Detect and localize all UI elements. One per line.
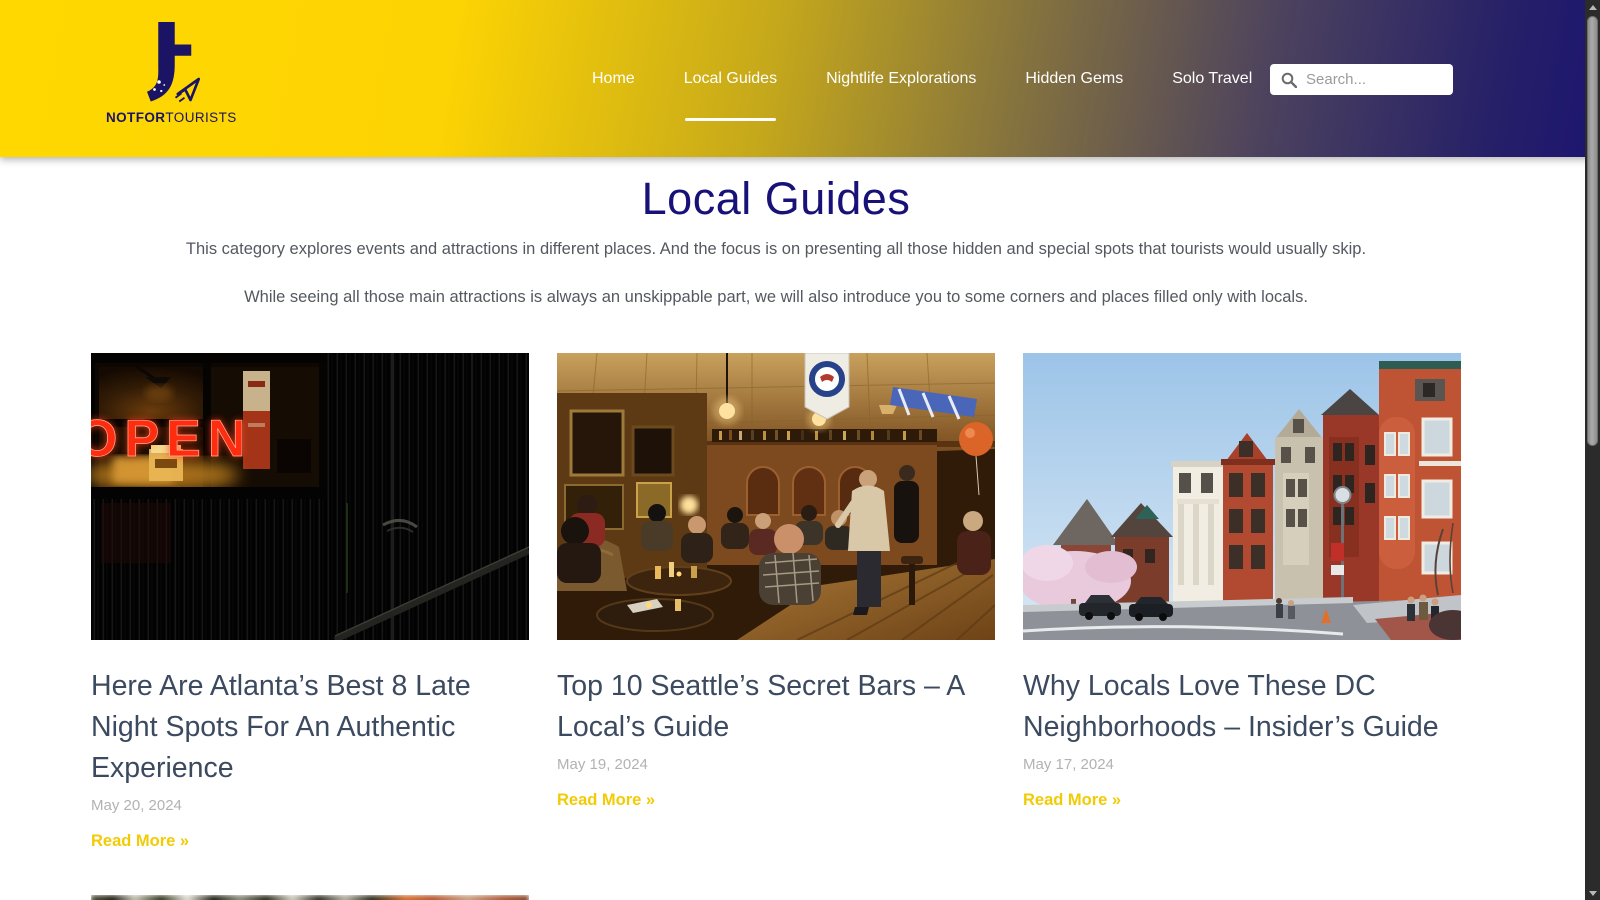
dc-street-image: [1023, 353, 1461, 640]
post-card-atlanta: OPEN OPEN: [91, 353, 529, 851]
neon-open-sign-image: OPEN OPEN: [91, 353, 529, 640]
post-card-dc: Why Locals Love These DC Neighborhoods –…: [1023, 353, 1461, 810]
logo-wordmark: NOTFORTOURISTS: [106, 110, 236, 125]
post-column-2: Top 10 Seattle’s Secret Bars – A Local’s…: [557, 353, 995, 810]
post-title[interactable]: Here Are Atlanta’s Best 8 Late Night Spo…: [91, 666, 529, 789]
nav-item-hidden-gems[interactable]: Hidden Gems: [1025, 70, 1123, 88]
neon-open-text: OPEN: [91, 410, 252, 468]
post-column-3: Why Locals Love These DC Neighborhoods –…: [1023, 353, 1461, 810]
read-more-link[interactable]: Read More »: [1023, 791, 1121, 810]
post-thumbnail-dc-rowhouses[interactable]: [1023, 353, 1461, 640]
post-thumbnail-next-partial[interactable]: [91, 895, 529, 900]
post-date: May 20, 2024: [91, 797, 529, 814]
partial-image: [91, 895, 529, 900]
post-column-1: OPEN OPEN: [91, 353, 529, 900]
nav-item-local-guides[interactable]: Local Guides: [684, 70, 777, 88]
search-input[interactable]: [1304, 70, 1445, 89]
post-grid: OPEN OPEN: [91, 353, 1552, 900]
nav-item-solo-travel[interactable]: Solo Travel: [1172, 70, 1252, 88]
category-description-line2: While seeing all those main attractions …: [91, 287, 1461, 308]
post-thumbnail-atlanta-neon-open-sign[interactable]: OPEN OPEN: [91, 353, 529, 640]
logo-arrow-icon: [176, 79, 199, 102]
main-nav: Home Local Guides Nightlife Explorations…: [592, 0, 1252, 157]
nav-item-nightlife-explorations[interactable]: Nightlife Explorations: [826, 70, 976, 88]
post-card-seattle: Top 10 Seattle’s Secret Bars – A Local’s…: [557, 353, 995, 810]
page: NOTFORTOURISTS Home Local Guides Nightli…: [0, 0, 1600, 900]
nav-item-home[interactable]: Home: [592, 70, 635, 88]
scrollbar-down-arrow[interactable]: [1585, 886, 1600, 900]
main-content: Local Guides This category explores even…: [0, 157, 1552, 900]
post-date: May 19, 2024: [557, 756, 995, 773]
site-header: NOTFORTOURISTS Home Local Guides Nightli…: [0, 0, 1600, 157]
search-icon: [1281, 72, 1297, 88]
crowded-pub-image: [557, 353, 995, 640]
read-more-link[interactable]: Read More »: [91, 832, 189, 851]
category-description-line1: This category explores events and attrac…: [91, 239, 1461, 260]
read-more-link[interactable]: Read More »: [557, 791, 655, 810]
post-title[interactable]: Why Locals Love These DC Neighborhoods –…: [1023, 666, 1461, 748]
post-thumbnail-seattle-pub[interactable]: [557, 353, 995, 640]
scrollbar-thumb[interactable]: [1587, 16, 1598, 446]
page-title: Local Guides: [0, 173, 1552, 225]
post-title[interactable]: Top 10 Seattle’s Secret Bars – A Local’s…: [557, 666, 995, 748]
logo-t-icon: [106, 22, 236, 106]
site-logo[interactable]: NOTFORTOURISTS: [106, 22, 236, 125]
post-date: May 17, 2024: [1023, 756, 1461, 773]
scrollbar-up-arrow[interactable]: [1585, 0, 1600, 14]
search-box: [1270, 64, 1453, 95]
scrollbar[interactable]: [1585, 0, 1600, 900]
